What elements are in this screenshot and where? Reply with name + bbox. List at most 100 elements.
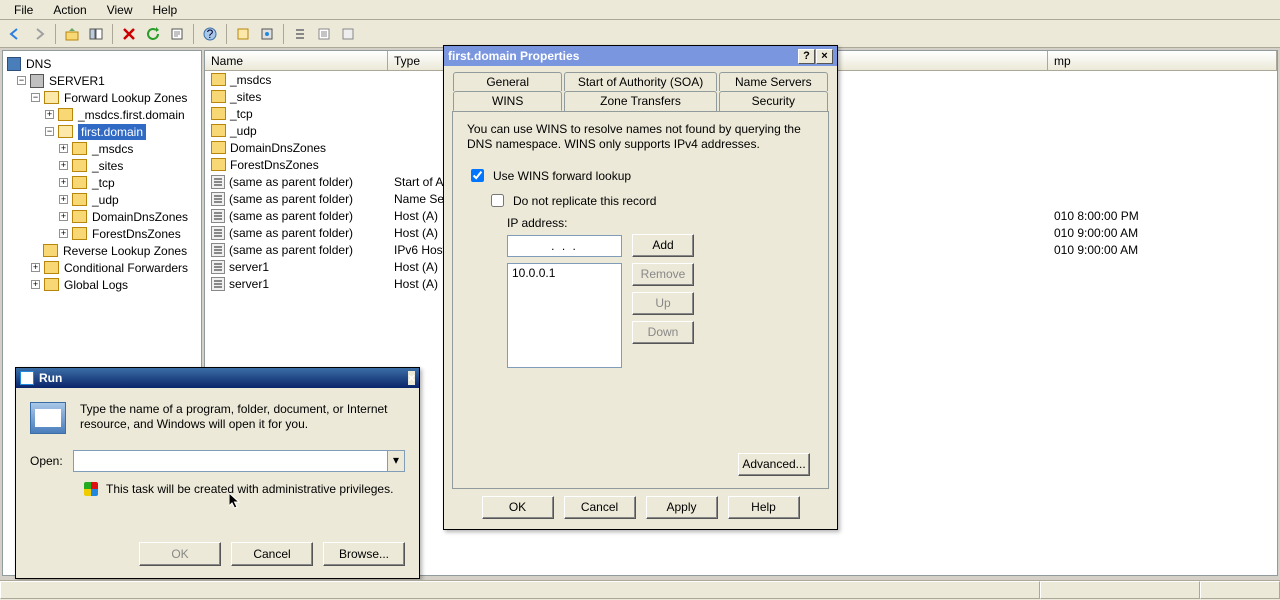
expand-icon[interactable]: +: [59, 161, 68, 170]
cancel-button[interactable]: Cancel: [564, 496, 636, 519]
tree-zone-msdcs[interactable]: +_msdcs.first.domain: [5, 106, 199, 123]
expand-icon[interactable]: +: [59, 212, 68, 221]
back-icon[interactable]: [4, 23, 26, 45]
refresh-icon[interactable]: [142, 23, 164, 45]
tree-label: DomainDnsZones: [92, 210, 188, 224]
separator: [226, 24, 227, 44]
up-icon[interactable]: [61, 23, 83, 45]
row-name: (same as parent folder): [229, 209, 353, 223]
folder-icon: [211, 124, 226, 137]
help-button[interactable]: ?: [798, 49, 815, 64]
menu-file[interactable]: File: [4, 1, 43, 19]
col-name[interactable]: Name: [205, 51, 388, 70]
help-button[interactable]: Help: [728, 496, 800, 519]
tree-sub-ddz[interactable]: + DomainDnsZones: [5, 208, 199, 225]
tab-general[interactable]: General: [453, 72, 562, 91]
wins-server-list[interactable]: 10.0.0.1: [507, 263, 622, 368]
remove-button[interactable]: Remove: [632, 263, 694, 286]
tree-label: _msdcs: [92, 142, 133, 156]
tree-rlz[interactable]: Reverse Lookup Zones: [5, 242, 199, 259]
properties-dialog: first.domain Properties ? × General Star…: [443, 45, 838, 530]
apply-button[interactable]: Apply: [646, 496, 718, 519]
ok-button[interactable]: OK: [482, 496, 554, 519]
wins-server-entry[interactable]: 10.0.0.1: [512, 266, 617, 280]
expand-icon[interactable]: +: [31, 263, 40, 272]
folder-icon: [211, 158, 226, 171]
help-icon[interactable]: ?: [199, 23, 221, 45]
tree-flz[interactable]: −Forward Lookup Zones: [5, 89, 199, 106]
tree-root-dns[interactable]: DNS: [5, 55, 199, 72]
tab-security[interactable]: Security: [719, 91, 828, 111]
expand-icon[interactable]: +: [59, 178, 68, 187]
folder-icon: [211, 141, 226, 154]
run-open-combobox[interactable]: ▾: [73, 450, 405, 472]
forward-icon[interactable]: [28, 23, 50, 45]
add-button[interactable]: Add: [632, 234, 694, 257]
action2-icon[interactable]: [256, 23, 278, 45]
expand-icon[interactable]: +: [59, 229, 68, 238]
tree-root-label: DNS: [26, 57, 51, 71]
menu-view[interactable]: View: [97, 1, 143, 19]
no-replicate-checkbox[interactable]: [491, 194, 504, 207]
row-name: (same as parent folder): [229, 243, 353, 257]
menu-help[interactable]: Help: [143, 1, 188, 19]
tree-label: _udp: [92, 193, 119, 207]
tab-zone-transfers[interactable]: Zone Transfers: [564, 91, 716, 111]
list2-icon[interactable]: [313, 23, 335, 45]
tree-sub-sites[interactable]: +_sites: [5, 157, 199, 174]
show-hide-icon[interactable]: [85, 23, 107, 45]
tree-zone-firstdomain[interactable]: − first.domain: [5, 123, 199, 140]
properties-title-text: first.domain Properties: [448, 49, 579, 63]
menubar: File Action View Help: [0, 0, 1280, 20]
action1-icon[interactable]: [232, 23, 254, 45]
properties-titlebar[interactable]: first.domain Properties ? ×: [444, 46, 837, 66]
ip-address-input[interactable]: . . .: [507, 235, 622, 257]
tab-soa[interactable]: Start of Authority (SOA): [564, 72, 716, 91]
export-icon[interactable]: [166, 23, 188, 45]
tree-sub-fdz[interactable]: +ForestDnsZones: [5, 225, 199, 242]
tree-cf[interactable]: +Conditional Forwarders: [5, 259, 199, 276]
folder-icon: [211, 107, 226, 120]
separator: [55, 24, 56, 44]
list3-icon[interactable]: [337, 23, 359, 45]
tree-server[interactable]: −SERVER1: [5, 72, 199, 89]
up-button[interactable]: Up: [632, 292, 694, 315]
row-name: server1: [229, 277, 269, 291]
tree-sub-udp[interactable]: + _udp: [5, 191, 199, 208]
row-name: _tcp: [230, 107, 253, 121]
down-button[interactable]: Down: [632, 321, 694, 344]
tree-gl[interactable]: + Global Logs: [5, 276, 199, 293]
folder-icon: [211, 90, 226, 103]
col-ts[interactable]: mp: [1048, 51, 1277, 70]
row-name: (same as parent folder): [229, 226, 353, 240]
record-icon: [211, 192, 225, 206]
use-wins-checkbox[interactable]: [471, 169, 484, 182]
tree-label: Global Logs: [64, 278, 128, 292]
delete-icon[interactable]: [118, 23, 140, 45]
collapse-icon[interactable]: −: [45, 127, 54, 136]
menu-action[interactable]: Action: [43, 1, 96, 19]
tab-wins[interactable]: WINS: [453, 91, 562, 111]
tab-ns[interactable]: Name Servers: [719, 72, 828, 91]
tree-sub-tcp[interactable]: +_tcp: [5, 174, 199, 191]
expand-icon[interactable]: +: [31, 280, 40, 289]
expand-icon[interactable]: +: [59, 195, 68, 204]
run-browse-button[interactable]: Browse...: [323, 542, 405, 566]
expand-icon[interactable]: +: [59, 144, 68, 153]
expand-icon[interactable]: +: [45, 110, 54, 119]
collapse-icon[interactable]: −: [31, 93, 40, 102]
dropdown-icon[interactable]: ▾: [387, 451, 404, 471]
list1-icon[interactable]: [289, 23, 311, 45]
run-titlebar[interactable]: Run ×: [16, 368, 419, 388]
tree-label-selected: first.domain: [78, 124, 146, 140]
folder-icon: [72, 142, 87, 155]
run-cancel-button[interactable]: Cancel: [231, 542, 313, 566]
collapse-icon[interactable]: −: [17, 76, 26, 85]
close-button[interactable]: ×: [408, 371, 415, 385]
folder-icon: [72, 159, 87, 172]
close-button[interactable]: ×: [816, 49, 833, 64]
folder-icon: [43, 244, 58, 257]
advanced-button[interactable]: Advanced...: [738, 453, 810, 476]
run-ok-button[interactable]: OK: [139, 542, 221, 566]
tree-sub-msdcs[interactable]: + _msdcs: [5, 140, 199, 157]
